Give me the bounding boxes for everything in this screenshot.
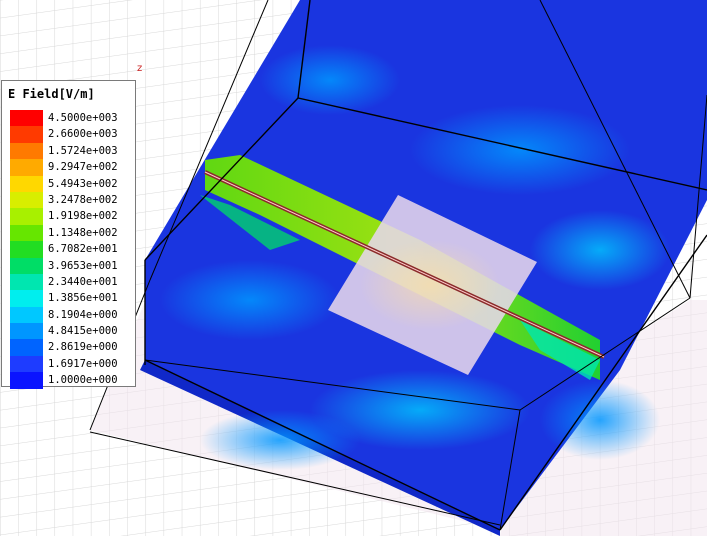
field-region (530, 210, 670, 290)
color-swatch (10, 126, 43, 143)
legend-title: E Field[V/m] (8, 87, 95, 101)
legend-entry: 6.7082e+001 (8, 241, 136, 258)
legend-entry: 1.5724e+003 (8, 142, 136, 160)
legend-entry: 1.6917e+000 (8, 355, 136, 373)
color-swatch (10, 257, 43, 274)
legend-value: 2.6600e+003 (48, 128, 118, 141)
legend-entry: 4.5000e+003 (8, 110, 136, 127)
legend-entry: 5.4943e+002 (8, 175, 136, 192)
color-swatch (10, 142, 43, 160)
legend-entry: 8.1904e+000 (8, 306, 136, 324)
color-swatch (10, 159, 43, 176)
color-swatch (10, 290, 43, 307)
legend-entry: 3.2478e+002 (8, 191, 136, 209)
legend-value: 2.3440e+001 (48, 275, 118, 288)
legend-value: 4.8415e+000 (48, 325, 118, 338)
legend-value: 1.5724e+003 (48, 144, 118, 157)
legend-entry: 1.0000e+000 (8, 372, 136, 389)
color-swatch (10, 241, 43, 258)
color-swatch (10, 372, 43, 389)
color-swatch (10, 175, 43, 192)
color-swatch (10, 224, 43, 242)
legend-entry: 2.8619e+000 (8, 339, 136, 356)
axis-marker: z (137, 63, 143, 74)
color-swatch (10, 355, 43, 373)
legend-value: 1.3856e+001 (48, 292, 118, 305)
field-legend[interactable]: E Field[V/m] 4.5000e+003 2.6600e+003 1.5… (1, 80, 136, 389)
field-region (160, 260, 340, 340)
legend-value: 1.0000e+000 (48, 374, 118, 387)
color-swatch (10, 273, 43, 291)
legend-entry: 9.2947e+002 (8, 159, 136, 176)
legend-entry: 1.3856e+001 (8, 290, 136, 307)
legend-entry: 1.9198e+002 (8, 208, 136, 225)
legend-value: 1.1348e+002 (48, 226, 118, 239)
color-swatch (10, 339, 43, 356)
color-swatch (10, 306, 43, 324)
legend-value: 3.9653e+001 (48, 259, 118, 272)
legend-value: 1.6917e+000 (48, 357, 118, 370)
legend-entry: 2.3440e+001 (8, 273, 136, 291)
legend-value: 5.4943e+002 (48, 177, 118, 190)
legend-value: 2.8619e+000 (48, 341, 118, 354)
legend-entry: 4.8415e+000 (8, 323, 136, 340)
color-swatch (10, 110, 43, 127)
legend-value: 8.1904e+000 (48, 308, 118, 321)
color-swatch (10, 323, 43, 340)
field-region (410, 105, 630, 195)
color-swatch (10, 191, 43, 209)
3d-viewport[interactable]: z E Field[V/m] 4.5000e+003 2.6600e+003 1… (0, 0, 707, 536)
legend-entry: 3.9653e+001 (8, 257, 136, 274)
legend-value: 1.9198e+002 (48, 210, 118, 223)
field-region (200, 410, 360, 470)
color-swatch (10, 208, 43, 225)
legend-value: 6.7082e+001 (48, 243, 118, 256)
legend-value: 9.2947e+002 (48, 161, 118, 174)
legend-value: 3.2478e+002 (48, 193, 118, 206)
legend-entry: 1.1348e+002 (8, 224, 136, 242)
legend-entries: 4.5000e+003 2.6600e+003 1.5724e+003 9.29… (8, 110, 136, 389)
legend-entry: 2.6600e+003 (8, 126, 136, 143)
legend-value: 4.5000e+003 (48, 112, 118, 124)
